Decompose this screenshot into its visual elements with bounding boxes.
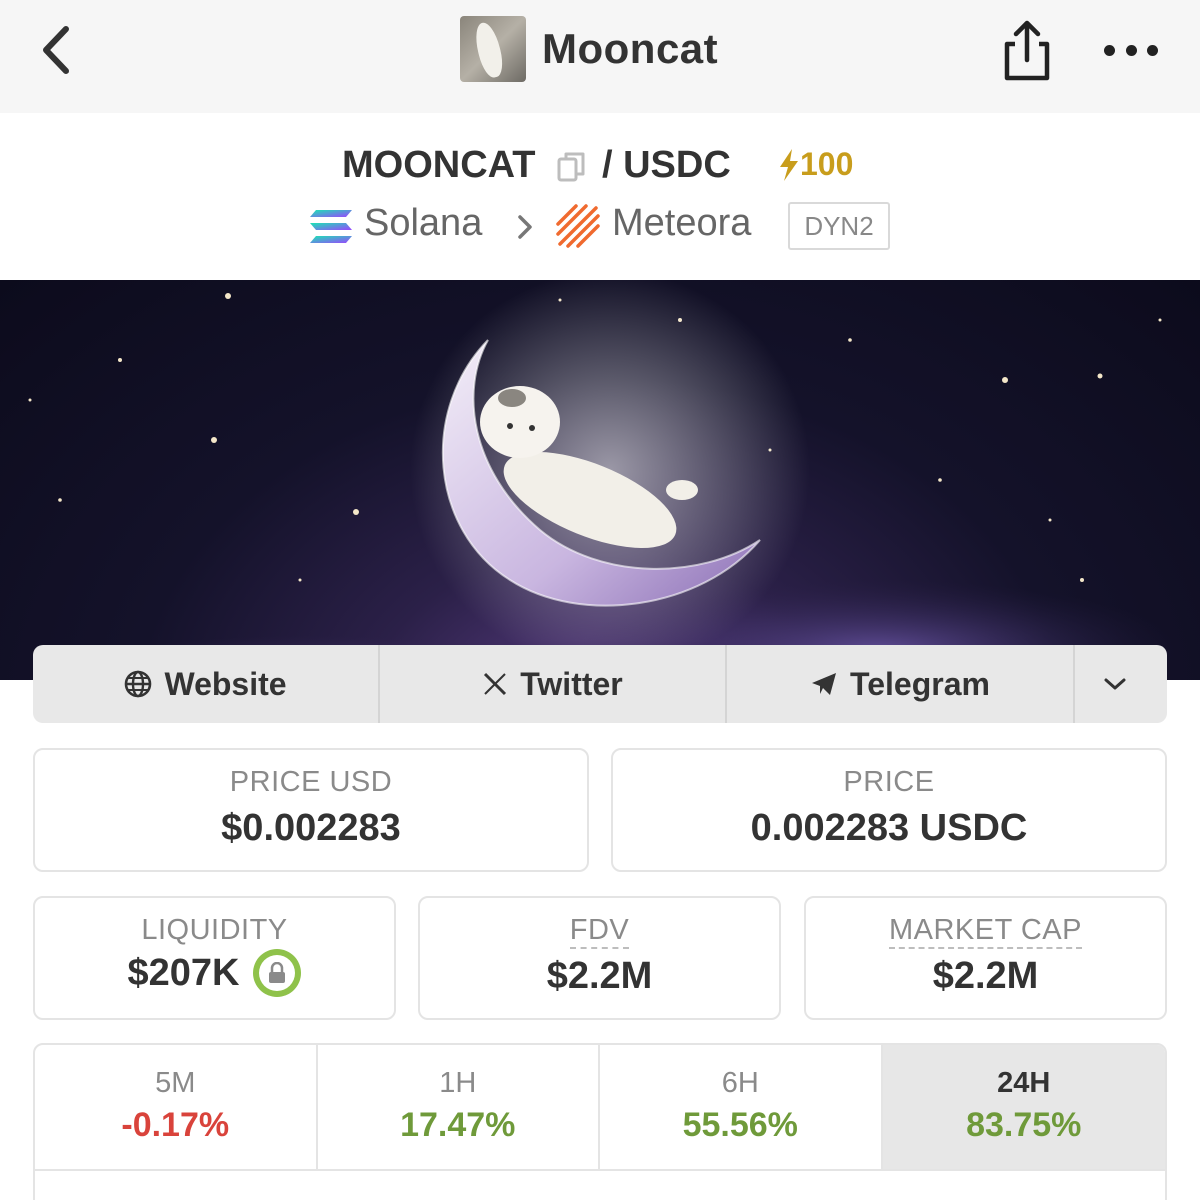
chevron-left-icon bbox=[43, 26, 69, 74]
lightning-icon bbox=[780, 148, 798, 181]
chevron-right-icon bbox=[518, 215, 532, 239]
timeframe-label: 6H bbox=[721, 1067, 759, 1099]
pair-header: MOONCAT / USDC 100 bbox=[0, 140, 1200, 194]
liquidity-value: $207K bbox=[127, 951, 240, 994]
copy-icon[interactable] bbox=[556, 150, 586, 184]
more-options-button[interactable] bbox=[1104, 30, 1158, 70]
top-nav-bar: Mooncat bbox=[0, 0, 1200, 113]
fdv-card: FDV $2.2M bbox=[418, 896, 781, 1020]
timeframe-tab-6h[interactable]: 6H 55.56% bbox=[600, 1045, 883, 1171]
twitter-button[interactable]: Twitter bbox=[380, 645, 727, 723]
telegram-icon bbox=[812, 673, 837, 695]
timeframe-change: 55.56% bbox=[682, 1106, 798, 1144]
price-usd-value: $0.002283 bbox=[221, 807, 401, 849]
social-links-bar: Website Twitter Telegram bbox=[33, 645, 1167, 723]
price-quote-card: PRICE 0.002283 USDC bbox=[611, 748, 1167, 872]
price-quote-label: PRICE bbox=[843, 766, 935, 798]
timeframe-tab-5m[interactable]: 5M -0.17% bbox=[35, 1045, 318, 1171]
telegram-label: Telegram bbox=[850, 665, 990, 702]
timeframe-label: 24H bbox=[997, 1067, 1051, 1099]
market-cap-value: $2.2M bbox=[932, 955, 1039, 997]
solana-icon bbox=[310, 210, 352, 243]
timeframe-change: 17.47% bbox=[400, 1106, 516, 1144]
meteora-icon bbox=[556, 204, 600, 248]
chevron-down-icon bbox=[1104, 678, 1126, 690]
liquidity-label: LIQUIDITY bbox=[141, 914, 288, 946]
price-usd-label: PRICE USD bbox=[229, 766, 393, 798]
timeframe-tab-1h[interactable]: 1H 17.47% bbox=[317, 1045, 600, 1171]
website-button[interactable]: Website bbox=[33, 645, 380, 723]
fdv-label[interactable]: FDV bbox=[569, 914, 630, 949]
boost-count: 100 bbox=[800, 146, 854, 182]
share-button[interactable] bbox=[998, 20, 1056, 82]
dex-link[interactable]: Meteora bbox=[612, 202, 751, 245]
token-banner-image bbox=[0, 280, 1200, 680]
price-quote-value: 0.002283 USDC bbox=[750, 807, 1028, 849]
share-icon bbox=[1004, 20, 1050, 81]
timeframe-label: 5M bbox=[155, 1067, 196, 1099]
timeframe-label: 1H bbox=[439, 1067, 477, 1099]
page-title-group: Mooncat bbox=[460, 16, 718, 82]
globe-icon bbox=[125, 670, 152, 698]
timeframe-tab-24h[interactable]: 24H 83.75% bbox=[882, 1045, 1165, 1171]
token-avatar bbox=[460, 16, 526, 82]
more-links-dropdown[interactable] bbox=[1075, 645, 1167, 723]
liquidity-card: LIQUIDITY $207K bbox=[33, 896, 396, 1020]
website-label: Website bbox=[164, 665, 287, 702]
timeframe-change: 83.75% bbox=[966, 1106, 1082, 1144]
market-cap-label[interactable]: MARKET CAP bbox=[888, 914, 1082, 949]
more-horizontal-icon bbox=[1104, 44, 1115, 56]
base-token-symbol: MOONCAT bbox=[342, 144, 536, 186]
chain-breadcrumb: Solana Meteora DYN2 bbox=[0, 200, 1200, 252]
pool-type-badge: DYN2 bbox=[788, 202, 890, 250]
lock-icon[interactable] bbox=[253, 949, 302, 997]
mooncat-banner-image bbox=[28, 280, 1180, 680]
quote-token-symbol: / USDC bbox=[602, 144, 731, 186]
price-change-timeframes: 5M -0.17% 1H 17.47% 6H 55.56% 24H 83.75% bbox=[33, 1043, 1167, 1200]
market-cap-card: MARKET CAP $2.2M bbox=[804, 896, 1167, 1020]
timeframe-change: -0.17% bbox=[121, 1106, 230, 1144]
price-usd-card: PRICE USD $0.002283 bbox=[33, 748, 589, 872]
x-logo-icon bbox=[484, 672, 507, 696]
twitter-label: Twitter bbox=[520, 665, 623, 702]
boost-badge[interactable]: 100 bbox=[778, 146, 853, 183]
back-button[interactable] bbox=[30, 22, 80, 78]
page-title: Mooncat bbox=[542, 25, 719, 72]
chain-link[interactable]: Solana bbox=[364, 202, 482, 245]
fdv-value: $2.2M bbox=[546, 955, 653, 997]
telegram-button[interactable]: Telegram bbox=[727, 645, 1075, 723]
